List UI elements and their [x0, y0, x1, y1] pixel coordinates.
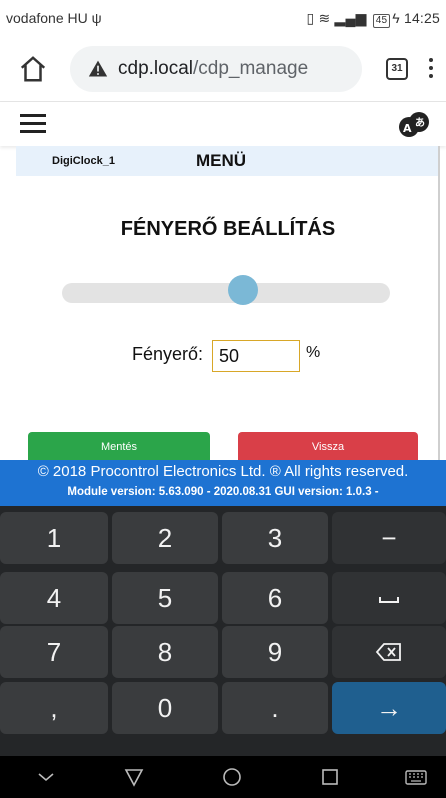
key-2[interactable]: 2	[112, 512, 218, 564]
key-9[interactable]: 9	[222, 626, 328, 678]
numeric-keyboard: 1 2 3− 4 5 6 7 8 9, 0. →	[0, 506, 446, 756]
brightness-label: Fényerő:	[132, 344, 204, 364]
key-1[interactable]: 1	[0, 512, 108, 564]
key-8[interactable]: 8	[112, 626, 218, 678]
percent-unit: %	[306, 344, 321, 361]
brightness-slider-track[interactable]	[62, 283, 390, 303]
key-0[interactable]: 0	[112, 682, 218, 734]
brightness-input[interactable]	[212, 340, 300, 372]
status-bar: vodafone HU ψ ▯ ≋ ▂▄▆ 45 ϟ 14:25	[0, 0, 446, 36]
recents-square-icon[interactable]	[318, 765, 342, 789]
brightness-slider-thumb[interactable]	[228, 275, 258, 305]
wifi-icon: ≋	[318, 10, 331, 26]
key-period[interactable]: .	[222, 682, 328, 734]
brightness-panel: DigiClock_1 MENÜ FÉNYERŐ BEÁLLÍTÁS Fénye…	[16, 146, 440, 460]
key-6[interactable]: 6	[222, 572, 328, 624]
vibrate-icon: ▯	[306, 10, 315, 26]
address-bar[interactable]: cdp.local/cdp_manage	[70, 46, 362, 92]
carrier-label: vodafone HU ψ	[6, 10, 102, 26]
home-circle-icon[interactable]	[220, 765, 244, 789]
tab-switcher-button[interactable]: 31	[386, 58, 408, 80]
menu-title[interactable]: MENÜ	[196, 151, 246, 171]
key-space[interactable]	[332, 572, 446, 624]
clock: 14:25	[403, 10, 440, 26]
battery-icon: 45	[372, 14, 391, 28]
keyboard-icon[interactable]	[404, 765, 428, 789]
copyright-text: © 2018 Procontrol Electronics Ltd. ® All…	[37, 463, 409, 480]
warning-icon[interactable]	[88, 59, 108, 79]
usb-icon: ψ	[91, 10, 102, 26]
save-button[interactable]: Mentés	[28, 432, 210, 460]
key-3[interactable]: 3	[222, 512, 328, 564]
app-header: A あ	[0, 102, 446, 146]
hamburger-icon[interactable]	[20, 114, 46, 134]
browser-toolbar: cdp.local/cdp_manage 31	[0, 36, 446, 102]
key-7[interactable]: 7	[0, 626, 108, 678]
key-minus[interactable]: −	[332, 512, 446, 564]
device-name: DigiClock_1	[52, 155, 115, 167]
url-text[interactable]: cdp.local/cdp_manage	[118, 58, 308, 80]
status-right: ▯ ≋ ▂▄▆ 45 ϟ 14:25	[307, 10, 440, 28]
key-backspace[interactable]	[332, 626, 446, 678]
page-title: FÉNYERŐ BEÁLLÍTÁS	[120, 218, 336, 240]
translate-icon[interactable]: A あ	[398, 112, 430, 138]
page-footer: © 2018 Procontrol Electronics Ltd. ® All…	[0, 460, 446, 506]
signal-icon: ▂▄▆	[334, 10, 367, 26]
backspace-icon	[375, 643, 401, 661]
home-icon[interactable]	[18, 54, 48, 84]
svg-text:あ: あ	[415, 116, 425, 129]
space-icon	[379, 597, 399, 603]
charging-icon: ϟ	[392, 10, 400, 26]
panel-header: DigiClock_1 MENÜ	[16, 146, 438, 176]
key-5[interactable]: 5	[112, 572, 218, 624]
version-text: Module version: 5.63.090 - 2020.08.31 GU…	[67, 486, 379, 498]
back-button[interactable]: Vissza	[238, 432, 418, 460]
svg-text:A: A	[403, 122, 412, 135]
key-comma[interactable]: ,	[0, 682, 108, 734]
chevron-down-icon[interactable]	[34, 765, 58, 789]
key-4[interactable]: 4	[0, 572, 108, 624]
system-nav-bar	[0, 756, 446, 798]
browser-menu-icon[interactable]	[428, 58, 434, 80]
key-enter[interactable]: →	[332, 682, 446, 734]
back-triangle-icon[interactable]	[122, 765, 146, 789]
